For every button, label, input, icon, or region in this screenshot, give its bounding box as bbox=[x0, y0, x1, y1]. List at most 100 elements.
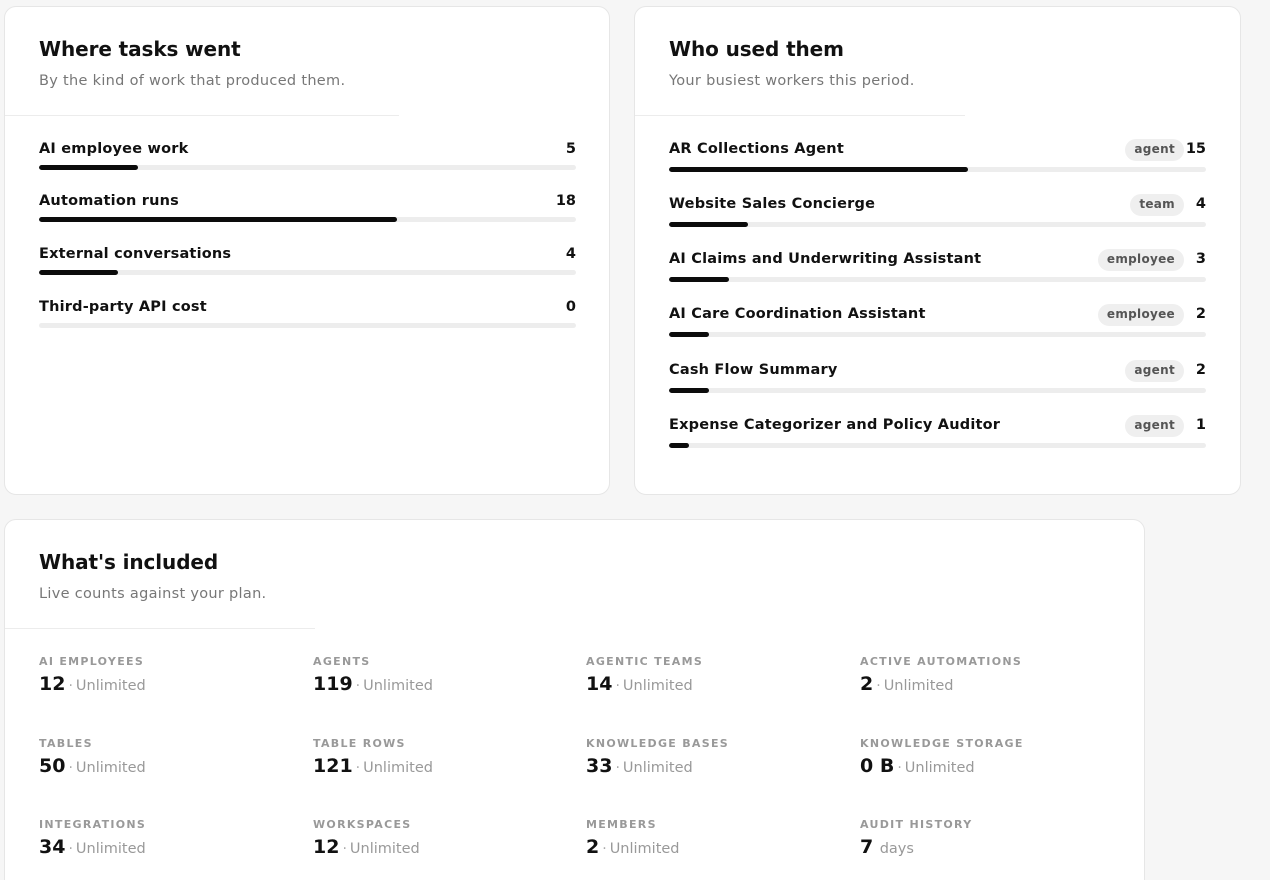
plan-stat-separator: · bbox=[68, 678, 73, 694]
plan-stat-limit: Unlimited bbox=[363, 678, 433, 694]
tasks-row-bar-track bbox=[39, 217, 576, 222]
plan-stat-limit: Unlimited bbox=[609, 841, 680, 857]
plan-stat-limit: Unlimited bbox=[75, 678, 146, 694]
plan-stat-limit: Unlimited bbox=[349, 841, 420, 857]
tasks-breakdown-card: Where tasks went By the kind of work tha… bbox=[4, 6, 610, 495]
tasks-row-value: 4 bbox=[565, 246, 576, 262]
tasks-row-bar-fill bbox=[39, 217, 398, 222]
plan-stat-line: 7 days bbox=[860, 836, 914, 858]
users-row-label: AR Collections Agent bbox=[669, 141, 844, 157]
plan-stat-limit: Unlimited bbox=[622, 678, 693, 694]
users-row-type-badge: agent bbox=[1125, 139, 1184, 161]
tasks-row-value: 0 bbox=[565, 299, 576, 315]
plan-stat-label: TABLES bbox=[39, 737, 93, 750]
plan-stat-separator: · bbox=[68, 841, 73, 857]
users-row-type-badge: agent bbox=[1125, 415, 1184, 437]
users-row-type-badge: team bbox=[1130, 194, 1184, 216]
tasks-card-title: Where tasks went bbox=[39, 37, 241, 61]
users-row-label: Cash Flow Summary bbox=[669, 362, 838, 378]
plan-stat: MEMBERS 2 · Unlimited bbox=[586, 818, 846, 870]
tasks-card-divider bbox=[5, 115, 399, 116]
users-row: Website Sales Concierge team 4 bbox=[669, 194, 1206, 227]
plan-stat-label: TABLE ROWS bbox=[313, 737, 406, 750]
users-row-type-badge: employee bbox=[1097, 304, 1184, 326]
users-card-divider bbox=[635, 115, 965, 116]
plan-stat-separator: · bbox=[897, 760, 902, 776]
users-row-bar-track bbox=[669, 388, 1206, 393]
tasks-row-label: Third-party API cost bbox=[39, 299, 207, 315]
plan-stat: AI EMPLOYEES 12 · Unlimited bbox=[39, 655, 299, 707]
plan-stat-value: 2 bbox=[860, 673, 874, 695]
plan-stat-value: 50 bbox=[39, 755, 66, 777]
plan-stat-line: 33 · Unlimited bbox=[586, 755, 693, 777]
plan-stat: KNOWLEDGE BASES 33 · Unlimited bbox=[586, 737, 846, 789]
tasks-card-subtitle: By the kind of work that produced them. bbox=[39, 73, 346, 89]
users-row-bar-fill bbox=[669, 443, 689, 448]
plan-stat-line: 2 · Unlimited bbox=[586, 836, 680, 858]
plan-included-card: What's included Live counts against your… bbox=[4, 519, 1145, 880]
plan-stat-limit: Unlimited bbox=[883, 678, 954, 694]
users-row-value: 1 bbox=[1195, 417, 1206, 433]
plan-stat-separator: · bbox=[355, 760, 361, 776]
tasks-row: External conversations 4 bbox=[39, 246, 576, 276]
plan-stat-label: AI EMPLOYEES bbox=[39, 655, 145, 668]
users-row: Expense Categorizer and Policy Auditor ag… bbox=[669, 415, 1206, 448]
plan-stat-limit: Unlimited bbox=[904, 760, 975, 776]
tasks-row: Automation runs 18 bbox=[39, 193, 576, 223]
users-row-label: Website Sales Concierge bbox=[669, 196, 876, 212]
users-row-bar-fill bbox=[669, 167, 968, 172]
plan-stat-value: 12 bbox=[39, 673, 66, 695]
users-row-value: 15 bbox=[1185, 141, 1206, 157]
plan-stat-label: MEMBERS bbox=[586, 818, 657, 831]
plan-stat-line: 50 · Unlimited bbox=[39, 755, 146, 777]
users-row-bar-track bbox=[669, 443, 1206, 448]
tasks-row: AI employee work 5 bbox=[39, 141, 576, 171]
plan-stat-limit: days bbox=[879, 841, 914, 857]
tasks-row-label: AI employee work bbox=[39, 141, 189, 157]
users-card-title: Who used them bbox=[669, 37, 844, 61]
plan-stat-value: 7 bbox=[860, 836, 874, 858]
plan-stat-label: INTEGRATIONS bbox=[39, 818, 147, 831]
plan-stat-separator: · bbox=[615, 678, 620, 694]
plan-stat-value: 0 B bbox=[860, 755, 895, 777]
plan-stat-separator: · bbox=[602, 841, 607, 857]
tasks-row-label: External conversations bbox=[39, 246, 232, 262]
plan-stat: WORKSPACES 12 · Unlimited bbox=[313, 818, 573, 870]
plan-stat-label: AUDIT HISTORY bbox=[860, 818, 973, 831]
plan-stat-separator: · bbox=[68, 760, 73, 776]
included-card-subtitle: Live counts against your plan. bbox=[39, 586, 267, 602]
users-row: AI Care Coordination Assistant employee 2 bbox=[669, 304, 1206, 337]
plan-stat-value: 121 bbox=[313, 755, 353, 777]
users-row-bar-track bbox=[669, 222, 1206, 227]
plan-stat-line: 121 · Unlimited bbox=[313, 755, 433, 777]
tasks-row-label: Automation runs bbox=[39, 193, 179, 209]
plan-stat-value: 33 bbox=[586, 755, 613, 777]
plan-stat: TABLES 50 · Unlimited bbox=[39, 737, 299, 789]
plan-stat-value: 2 bbox=[586, 836, 600, 858]
users-row-bar-fill bbox=[669, 332, 709, 337]
tasks-row-value: 5 bbox=[565, 141, 576, 157]
plan-stat-line: 34 · Unlimited bbox=[39, 836, 146, 858]
users-row: AI Claims and Underwriting Assistant empl… bbox=[669, 249, 1206, 282]
plan-stat-separator: · bbox=[615, 760, 620, 776]
plan-stat-separator: · bbox=[355, 678, 361, 694]
included-card-title: What's included bbox=[39, 550, 219, 574]
plan-stat: KNOWLEDGE STORAGE 0 B · Unlimited bbox=[860, 737, 1120, 789]
plan-stat: AGENTS 119 · Unlimited bbox=[313, 655, 573, 707]
users-row-bar-fill bbox=[669, 388, 709, 393]
users-row-value: 2 bbox=[1195, 306, 1206, 322]
users-row-value: 3 bbox=[1195, 251, 1206, 267]
users-breakdown-card: Who used them Your busiest workers this … bbox=[634, 6, 1241, 495]
users-row-value: 4 bbox=[1195, 196, 1206, 212]
plan-stat-value: 34 bbox=[39, 836, 66, 858]
plan-stat: AUDIT HISTORY 7 days bbox=[860, 818, 1120, 870]
plan-stat-label: KNOWLEDGE BASES bbox=[586, 737, 729, 750]
users-row-bar-fill bbox=[669, 222, 749, 227]
included-card-divider bbox=[5, 628, 315, 629]
users-row-type-badge: employee bbox=[1097, 249, 1184, 271]
users-row-bar-track bbox=[669, 332, 1206, 337]
plan-stat: ACTIVE AUTOMATIONS 2 · Unlimited bbox=[860, 655, 1120, 707]
plan-stat-line: 14 · Unlimited bbox=[586, 673, 693, 695]
plan-stat-limit: Unlimited bbox=[363, 760, 433, 776]
plan-stat-line: 2 · Unlimited bbox=[860, 673, 954, 695]
